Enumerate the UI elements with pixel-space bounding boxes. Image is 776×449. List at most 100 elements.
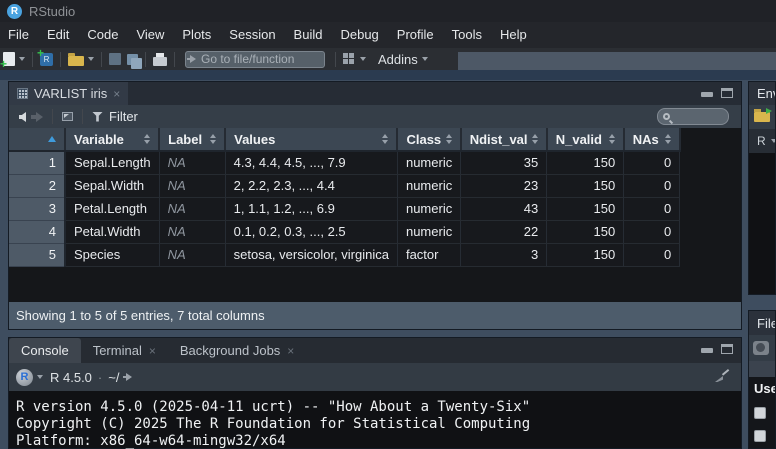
cell-label: NA	[159, 151, 225, 174]
maximize-icon[interactable]	[721, 344, 733, 354]
cell-class: numeric	[397, 151, 460, 174]
cell-ndist-val: 35	[461, 151, 547, 174]
menu-item-debug[interactable]: Debug	[334, 22, 384, 48]
table-status-text: Showing 1 to 5 of 5 entries, 7 total col…	[16, 308, 265, 323]
toolbar-separator	[52, 109, 53, 124]
menu-item-code[interactable]: Code	[81, 22, 124, 48]
minimize-icon[interactable]	[701, 348, 713, 353]
column-header-values[interactable]: Values	[225, 128, 397, 151]
row-number: 1	[9, 151, 65, 174]
column-header-n-valid[interactable]: N_valid	[547, 128, 624, 151]
console-toolbar: R R 4.5.0 · ~/	[9, 363, 741, 391]
back-arrow-icon[interactable]	[19, 112, 26, 122]
cell-class: numeric	[397, 174, 460, 197]
file-checkbox[interactable]	[754, 430, 766, 442]
save-all-button[interactable]	[127, 49, 138, 69]
chevron-down-icon	[360, 57, 366, 61]
chevron-down-icon[interactable]	[37, 375, 43, 379]
tab-environment[interactable]: Envi	[749, 82, 775, 105]
close-icon[interactable]: ×	[287, 344, 294, 358]
tab-label: Console	[21, 343, 69, 358]
toolbar-separator	[145, 52, 146, 67]
column-header-class[interactable]: Class	[397, 128, 460, 151]
cell-nas: 0	[624, 151, 680, 174]
files-folder-label: User	[754, 381, 775, 396]
menu-item-file[interactable]: File	[2, 22, 35, 48]
maximize-icon[interactable]	[721, 88, 733, 98]
tab-console[interactable]: Console	[9, 338, 81, 363]
goto-arrow-icon	[190, 55, 196, 63]
save-button[interactable]	[109, 49, 121, 69]
environment-scope-selector[interactable]: R	[749, 129, 775, 153]
r-version-icon[interactable]: R	[16, 369, 33, 386]
sort-icon	[210, 134, 216, 144]
close-icon[interactable]: ×	[149, 344, 156, 358]
open-in-window-icon[interactable]	[62, 112, 73, 121]
cell-values: setosa, versicolor, virginica	[225, 243, 397, 266]
print-button[interactable]	[153, 49, 167, 69]
table-row[interactable]: 4 Petal.Width NA 0.1, 0.2, 0.3, ..., 2.5…	[9, 220, 680, 243]
column-header-nas[interactable]: NAs	[624, 128, 680, 151]
console-output[interactable]: R version 4.5.0 (2025-04-11 ucrt) -- "Ho…	[9, 391, 741, 449]
row-number: 5	[9, 243, 65, 266]
addins-button[interactable]: Addins	[372, 49, 428, 69]
open-file-button[interactable]	[68, 49, 94, 69]
new-file-tool-icon[interactable]	[753, 341, 769, 355]
new-project-button[interactable]: R	[40, 49, 53, 69]
pane-layout-button[interactable]	[343, 49, 366, 69]
goto-file-input[interactable]	[201, 52, 356, 66]
goto-file-box[interactable]	[185, 51, 325, 68]
column-header-label[interactable]: Label	[159, 128, 225, 151]
toolbar-separator	[82, 109, 83, 124]
menu-item-view[interactable]: View	[130, 22, 170, 48]
table-row[interactable]: 5 Species NA setosa, versicolor, virgini…	[9, 243, 680, 266]
title-bar: R RStudio	[0, 0, 776, 22]
cell-nas: 0	[624, 243, 680, 266]
environment-content	[749, 153, 775, 294]
print-icon	[153, 57, 167, 66]
menu-item-edit[interactable]: Edit	[41, 22, 75, 48]
cell-n-valid: 150	[547, 174, 624, 197]
menu-item-help[interactable]: Help	[494, 22, 533, 48]
column-header-variable[interactable]: Variable	[65, 128, 159, 151]
cell-class: numeric	[397, 220, 460, 243]
tab-label: Files	[757, 316, 776, 331]
goto-directory-icon[interactable]	[126, 373, 132, 381]
row-number: 3	[9, 197, 65, 220]
menu-item-plots[interactable]: Plots	[176, 22, 217, 48]
cell-n-valid: 150	[547, 243, 624, 266]
column-header-ndist-val[interactable]: Ndist_val	[461, 128, 547, 151]
open-folder-icon	[68, 56, 84, 66]
tab-files[interactable]: Files	[749, 311, 775, 335]
table-search-box[interactable]	[657, 108, 729, 125]
tab-background-jobs[interactable]: Background Jobs ×	[168, 338, 306, 363]
minimize-icon[interactable]	[701, 92, 713, 97]
table-row[interactable]: 3 Petal.Length NA 1, 1.1, 1.2, ..., 6.9 …	[9, 197, 680, 220]
cell-variable: Petal.Width	[65, 220, 159, 243]
sort-icon	[532, 134, 538, 144]
new-file-button[interactable]	[3, 49, 25, 69]
tab-label: VARLIST iris	[34, 86, 107, 101]
tab-varlist-iris[interactable]: VARLIST iris ×	[9, 82, 128, 105]
clear-console-icon[interactable]	[715, 369, 729, 383]
menu-item-tools[interactable]: Tools	[446, 22, 488, 48]
menu-item-session[interactable]: Session	[223, 22, 281, 48]
menu-item-profile[interactable]: Profile	[391, 22, 440, 48]
filter-icon[interactable]	[92, 112, 103, 122]
table-row[interactable]: 1 Sepal.Length NA 4.3, 4.4, 4.5, ..., 7.…	[9, 151, 680, 174]
import-dataset-icon[interactable]	[754, 112, 770, 122]
tab-terminal[interactable]: Terminal ×	[81, 338, 168, 363]
toolbar-bottom-strip	[0, 70, 776, 80]
close-icon[interactable]: ×	[113, 87, 120, 101]
column-header-index[interactable]	[9, 128, 65, 151]
filter-label[interactable]: Filter	[109, 109, 138, 124]
file-checkbox[interactable]	[754, 407, 766, 419]
table-search-input[interactable]	[673, 111, 723, 123]
menu-item-build[interactable]: Build	[288, 22, 329, 48]
cell-ndist-val: 22	[461, 220, 547, 243]
files-list: User	[749, 377, 775, 442]
scope-label: R	[757, 134, 766, 148]
forward-arrow-icon[interactable]	[36, 112, 43, 122]
table-row[interactable]: 2 Sepal.Width NA 2, 2.2, 2.3, ..., 4.4 n…	[9, 174, 680, 197]
tab-label: Background Jobs	[180, 343, 280, 358]
